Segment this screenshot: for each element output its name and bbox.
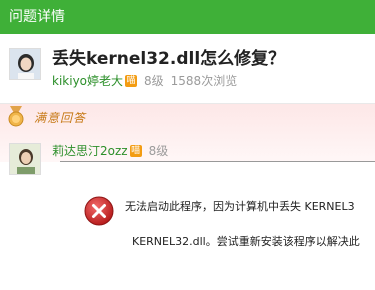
view-count: 1588次浏览 (170, 74, 238, 88)
question-title: 丢失kernel32.dll怎么修复？ (52, 49, 286, 69)
error-icon (84, 196, 114, 226)
error-message-line-2: KERNEL32.dll。尝试重新安装该程序以解决此 (132, 235, 360, 248)
answer-divider (60, 161, 375, 162)
satisfied-answer-banner: 满意回答 (6, 104, 86, 130)
asker-level: 8级 (144, 74, 164, 88)
asker-name[interactable]: kikiyo婷老大 (52, 72, 123, 89)
vip-badge: 喵 (129, 144, 142, 157)
satisfied-answer-label: 满意回答 (34, 110, 87, 125)
answerer-avatar[interactable] (9, 143, 41, 175)
medal-icon (6, 106, 26, 128)
asker-avatar[interactable] (9, 48, 41, 80)
answerer-name[interactable]: 莉达思汀2ozz (52, 142, 128, 159)
answerer-level: 8级 (148, 144, 169, 158)
vip-badge: 喵 (125, 74, 138, 87)
page-header: 问题详情 (0, 0, 375, 34)
question-meta: kikiyo婷老大 喵 8级 1588次浏览 (52, 72, 237, 89)
error-message-line-1: 无法启动此程序，因为计算机中丢失 KERNEL3 (125, 200, 355, 213)
answer-meta: 莉达思汀2ozz 喵 8级 (52, 142, 168, 159)
page-title: 问题详情 (9, 9, 65, 25)
